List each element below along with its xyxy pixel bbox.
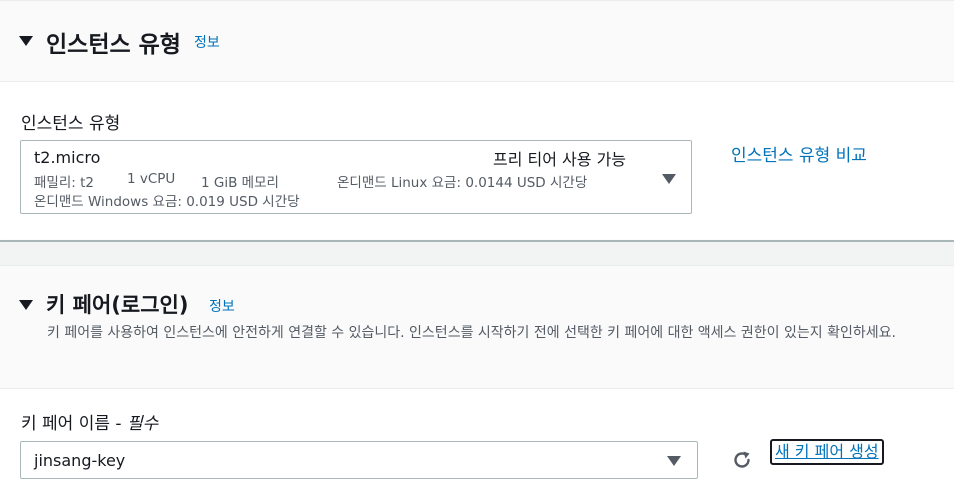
- dropdown-caret-icon: [662, 174, 676, 184]
- key-pair-section-header[interactable]: 키 페어(로그인) 정보 키 페어를 사용하여 인스턴스에 안전하게 연결할 수…: [0, 265, 954, 389]
- compare-instance-types-link[interactable]: 인스턴스 유형 비교: [731, 141, 867, 166]
- key-pair-selected-value: jinsang-key: [34, 451, 126, 470]
- windows-price: 온디맨드 Windows 요금: 0.019 USD 시간당: [34, 194, 300, 210]
- key-pair-info-link[interactable]: 정보: [209, 296, 235, 316]
- free-tier-label: 프리 티어 사용 가능: [493, 150, 627, 169]
- key-pair-select[interactable]: jinsang-key: [20, 441, 698, 479]
- instance-type-select[interactable]: t2.micro 프리 티어 사용 가능 패밀리: t2 1 vCPU 1 Gi…: [20, 140, 692, 214]
- instance-type-name: t2.micro: [34, 148, 101, 167]
- key-pair-description: 키 페어를 사용하여 인스턴스에 안전하게 연결할 수 있습니다. 인스턴스를 …: [47, 325, 896, 341]
- instance-type-section-body: 인스턴스 유형 t2.micro 프리 티어 사용 가능 패밀리: t2 1 v…: [0, 83, 954, 240]
- key-pair-section-title: 키 페어(로그인): [46, 293, 189, 317]
- instance-memory: 1 GiB 메모리: [201, 175, 279, 191]
- section-gap: [0, 242, 954, 265]
- instance-type-field-label: 인스턴스 유형: [21, 114, 121, 134]
- required-label: 필수: [126, 414, 159, 434]
- key-pair-section-body: 키 페어 이름 - 필수 jinsang-key 새 키 페어 생성: [0, 390, 954, 496]
- instance-type-section-header[interactable]: 인스턴스 유형 정보: [0, 0, 954, 82]
- key-pair-field-label-text: 키 페어 이름 -: [21, 414, 127, 434]
- caret-down-icon[interactable]: [19, 36, 33, 46]
- instance-vcpu: 1 vCPU: [127, 171, 176, 187]
- dropdown-caret-icon: [667, 456, 681, 466]
- instance-family: 패밀리: t2: [34, 175, 94, 191]
- create-key-pair-button[interactable]: 새 키 페어 생성: [770, 439, 884, 465]
- linux-price: 온디맨드 Linux 요금: 0.0144 USD 시간당: [337, 175, 588, 191]
- instance-type-info-link[interactable]: 정보: [194, 32, 220, 52]
- key-pair-field-label: 키 페어 이름 - 필수: [21, 409, 158, 434]
- caret-down-icon[interactable]: [19, 300, 33, 310]
- refresh-icon[interactable]: [731, 449, 753, 471]
- instance-type-section-title: 인스턴스 유형: [46, 32, 181, 58]
